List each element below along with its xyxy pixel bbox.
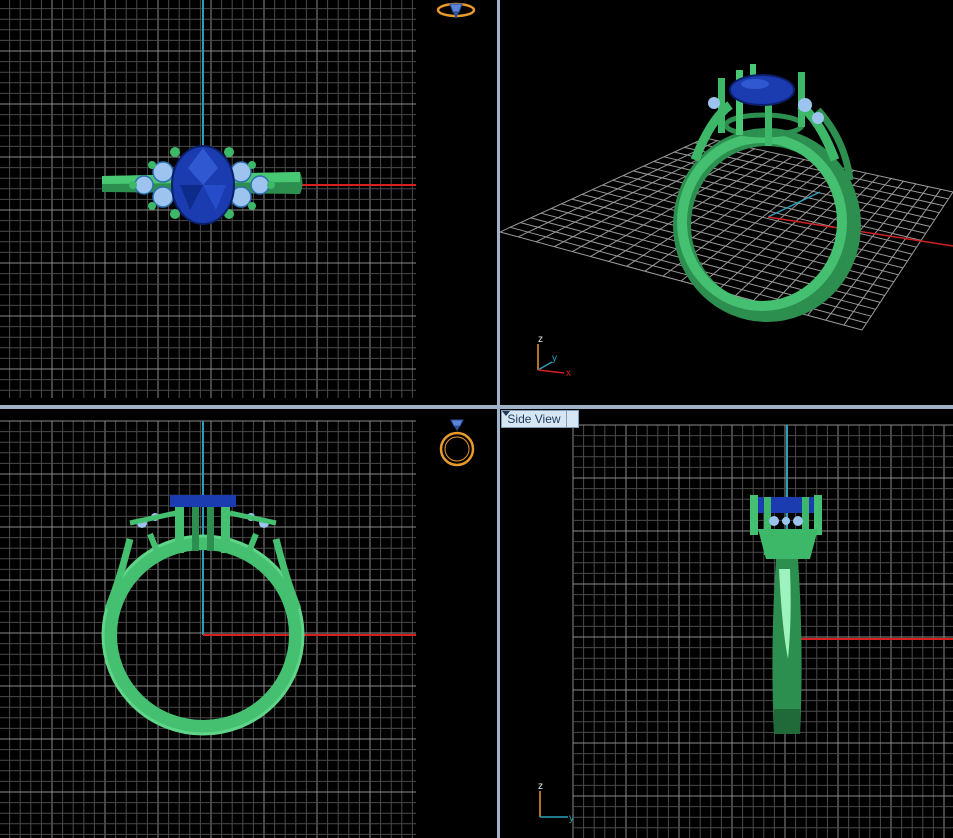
- viewport-perspective[interactable]: z y x: [500, 0, 953, 405]
- y-axis-label: y: [552, 353, 557, 364]
- viewport-side[interactable]: z y Side View: [500, 409, 953, 838]
- front-view-canvas: [0, 420, 416, 838]
- view-selector-label[interactable]: Side View: [502, 412, 566, 426]
- ring-model-top[interactable]: [102, 145, 303, 225]
- ring-model-side[interactable]: [750, 495, 822, 734]
- axis-triad: z y x: [537, 334, 571, 379]
- viewport-front[interactable]: [0, 409, 497, 838]
- axis-triad: z y: [538, 781, 574, 824]
- z-axis-label: z: [538, 334, 543, 345]
- viewport-top[interactable]: [0, 0, 497, 405]
- view-selector-menu[interactable]: Side View: [501, 410, 579, 428]
- ring-front-view-cube-icon[interactable]: [436, 417, 478, 469]
- top-view-canvas: [0, 0, 416, 398]
- viewport-divider-vertical[interactable]: [497, 0, 500, 838]
- viewport-divider-horizontal[interactable]: [0, 405, 953, 409]
- x-axis-label: x: [566, 368, 571, 379]
- y-axis-line: [767, 191, 821, 218]
- side-view-canvas: z y: [538, 424, 953, 838]
- z-axis-label: z: [538, 781, 543, 792]
- perspective-canvas: z y x: [500, 64, 953, 379]
- grid: [0, 420, 416, 838]
- ring-top-view-cube-icon[interactable]: [436, 0, 476, 22]
- chevron-down-icon[interactable]: [502, 411, 578, 427]
- y-axis-label: y: [569, 813, 574, 824]
- grid: [572, 424, 953, 838]
